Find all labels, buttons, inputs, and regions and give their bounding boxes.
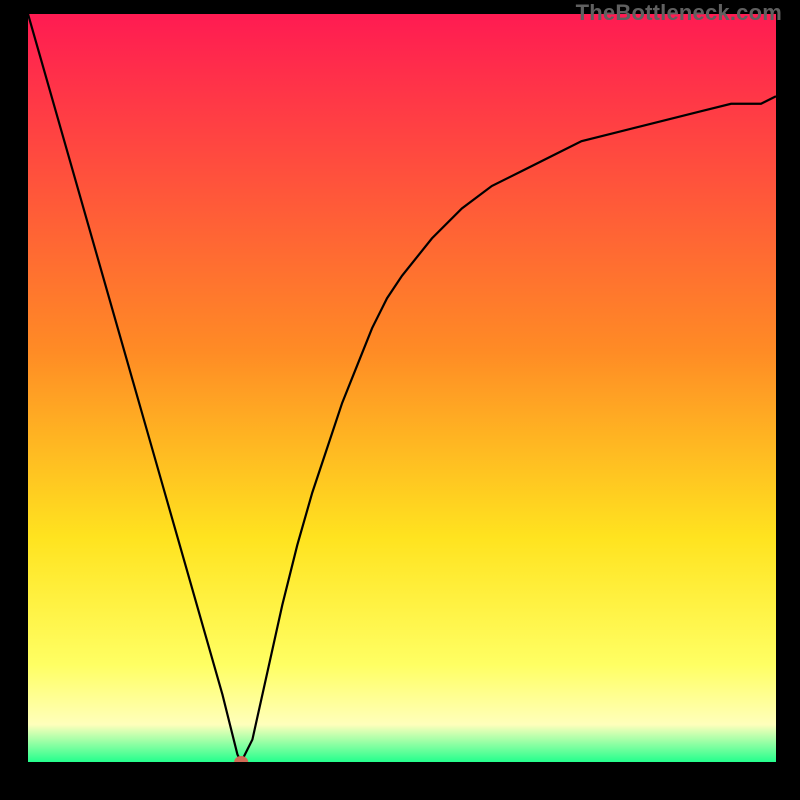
watermark-text: TheBottleneck.com: [576, 0, 782, 26]
gradient-background: [28, 14, 776, 762]
chart-container: TheBottleneck.com: [0, 0, 800, 800]
bottleneck-chart: [28, 14, 776, 762]
